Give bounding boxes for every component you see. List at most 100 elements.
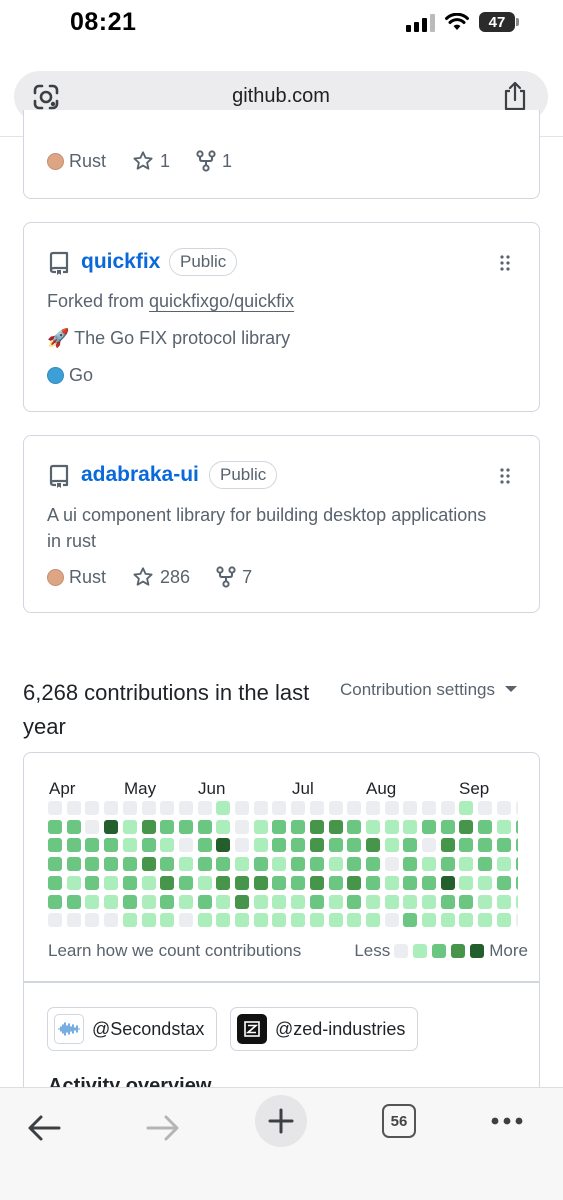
contribution-day-cell[interactable] bbox=[197, 875, 212, 890]
contribution-day-cell[interactable] bbox=[253, 801, 268, 815]
contribution-day-cell[interactable] bbox=[141, 894, 156, 909]
contribution-day-cell[interactable] bbox=[160, 894, 175, 909]
contribution-day-cell[interactable] bbox=[515, 838, 518, 853]
contribution-day-cell[interactable] bbox=[122, 857, 137, 872]
contribution-day-cell[interactable] bbox=[216, 875, 231, 890]
forked-from-link[interactable]: quickfixgo/quickfix bbox=[149, 291, 294, 311]
contribution-day-cell[interactable] bbox=[422, 894, 436, 909]
learn-how-we-count-link[interactable]: Learn how we count contributions bbox=[48, 941, 354, 961]
contribution-day-cell[interactable] bbox=[178, 913, 193, 928]
contribution-day-cell[interactable] bbox=[478, 819, 493, 834]
org-filter-secondstax[interactable]: @Secondstax bbox=[47, 1007, 218, 1051]
contribution-day-cell[interactable] bbox=[122, 875, 137, 890]
repo-name-link[interactable]: adabraka-ui bbox=[81, 463, 199, 487]
org-handle[interactable]: @zed-industries bbox=[275, 1019, 405, 1040]
contribution-day-cell[interactable] bbox=[66, 913, 81, 928]
contribution-day-cell[interactable] bbox=[384, 801, 399, 815]
contribution-day-cell[interactable] bbox=[104, 819, 119, 834]
contribution-day-cell[interactable] bbox=[235, 857, 249, 872]
contribution-day-cell[interactable] bbox=[403, 838, 418, 853]
contribution-day-cell[interactable] bbox=[235, 838, 249, 853]
contribution-day-cell[interactable] bbox=[104, 913, 119, 928]
contribution-day-cell[interactable] bbox=[459, 913, 474, 928]
contribution-day-cell[interactable] bbox=[104, 894, 119, 909]
contribution-day-cell[interactable] bbox=[66, 894, 81, 909]
contribution-day-cell[interactable] bbox=[178, 894, 193, 909]
contribution-day-cell[interactable] bbox=[253, 894, 268, 909]
contribution-day-cell[interactable] bbox=[141, 857, 156, 872]
contribution-day-cell[interactable] bbox=[178, 819, 193, 834]
contribution-day-cell[interactable] bbox=[216, 838, 231, 853]
contribution-day-cell[interactable] bbox=[66, 819, 81, 834]
stars-count[interactable]: 1 bbox=[160, 151, 170, 172]
more-menu-button[interactable] bbox=[490, 1116, 524, 1126]
contribution-day-cell[interactable] bbox=[365, 801, 380, 815]
contribution-day-cell[interactable] bbox=[347, 819, 362, 834]
contribution-day-cell[interactable] bbox=[347, 913, 362, 928]
contribution-day-cell[interactable] bbox=[104, 857, 119, 872]
contribution-day-cell[interactable] bbox=[253, 838, 268, 853]
contribution-day-cell[interactable] bbox=[403, 875, 418, 890]
contribution-day-cell[interactable] bbox=[104, 875, 119, 890]
url-text[interactable]: github.com bbox=[14, 85, 548, 108]
contribution-day-cell[interactable] bbox=[309, 801, 324, 815]
contribution-day-cell[interactable] bbox=[141, 819, 156, 834]
contribution-day-cell[interactable] bbox=[197, 819, 212, 834]
contribution-day-cell[interactable] bbox=[272, 894, 287, 909]
contribution-day-cell[interactable] bbox=[347, 875, 362, 890]
contribution-day-cell[interactable] bbox=[365, 819, 380, 834]
contribution-day-cell[interactable] bbox=[328, 819, 343, 834]
contribution-day-cell[interactable] bbox=[253, 857, 268, 872]
contribution-day-cell[interactable] bbox=[253, 819, 268, 834]
contribution-day-cell[interactable] bbox=[197, 801, 212, 815]
forks-count[interactable]: 1 bbox=[222, 151, 232, 172]
contribution-day-cell[interactable] bbox=[422, 838, 436, 853]
contribution-day-cell[interactable] bbox=[291, 819, 306, 834]
contribution-day-cell[interactable] bbox=[291, 913, 306, 928]
contribution-day-cell[interactable] bbox=[459, 838, 474, 853]
contribution-day-cell[interactable] bbox=[309, 894, 324, 909]
contribution-settings-label[interactable]: Contribution settings bbox=[340, 680, 495, 699]
back-button[interactable] bbox=[26, 1114, 62, 1142]
contribution-day-cell[interactable] bbox=[328, 857, 343, 872]
contribution-day-cell[interactable] bbox=[478, 894, 493, 909]
contribution-day-cell[interactable] bbox=[48, 875, 62, 890]
contribution-day-cell[interactable] bbox=[328, 801, 343, 815]
contribution-day-cell[interactable] bbox=[85, 913, 100, 928]
contribution-day-cell[interactable] bbox=[478, 913, 493, 928]
contribution-day-cell[interactable] bbox=[365, 875, 380, 890]
contribution-day-cell[interactable] bbox=[496, 875, 511, 890]
contribution-day-cell[interactable] bbox=[141, 838, 156, 853]
contribution-day-cell[interactable] bbox=[178, 838, 193, 853]
repo-stars-link[interactable]: 286 bbox=[132, 566, 190, 588]
contribution-day-cell[interactable] bbox=[422, 875, 436, 890]
contribution-day-cell[interactable] bbox=[328, 913, 343, 928]
contribution-day-cell[interactable] bbox=[459, 894, 474, 909]
contribution-day-cell[interactable] bbox=[48, 857, 62, 872]
contribution-day-cell[interactable] bbox=[272, 801, 287, 815]
contribution-day-cell[interactable] bbox=[403, 857, 418, 872]
contribution-day-cell[interactable] bbox=[122, 838, 137, 853]
contribution-day-cell[interactable] bbox=[272, 857, 287, 872]
contribution-day-cell[interactable] bbox=[235, 819, 249, 834]
contribution-day-cell[interactable] bbox=[384, 857, 399, 872]
contribution-day-cell[interactable] bbox=[272, 819, 287, 834]
contribution-day-cell[interactable] bbox=[459, 819, 474, 834]
contribution-day-cell[interactable] bbox=[478, 801, 493, 815]
contribution-day-cell[interactable] bbox=[197, 913, 212, 928]
contribution-day-cell[interactable] bbox=[309, 875, 324, 890]
contribution-day-cell[interactable] bbox=[496, 838, 511, 853]
contribution-day-cell[interactable] bbox=[160, 913, 175, 928]
contribution-day-cell[interactable] bbox=[328, 838, 343, 853]
contribution-day-cell[interactable] bbox=[291, 875, 306, 890]
contribution-day-cell[interactable] bbox=[197, 857, 212, 872]
contribution-day-cell[interactable] bbox=[440, 838, 455, 853]
contribution-day-cell[interactable] bbox=[496, 857, 511, 872]
contribution-day-cell[interactable] bbox=[141, 913, 156, 928]
contribution-day-cell[interactable] bbox=[85, 875, 100, 890]
contribution-day-cell[interactable] bbox=[347, 857, 362, 872]
contribution-day-cell[interactable] bbox=[85, 819, 100, 834]
contribution-day-cell[interactable] bbox=[104, 801, 119, 815]
contribution-day-cell[interactable] bbox=[235, 913, 249, 928]
contribution-day-cell[interactable] bbox=[496, 913, 511, 928]
